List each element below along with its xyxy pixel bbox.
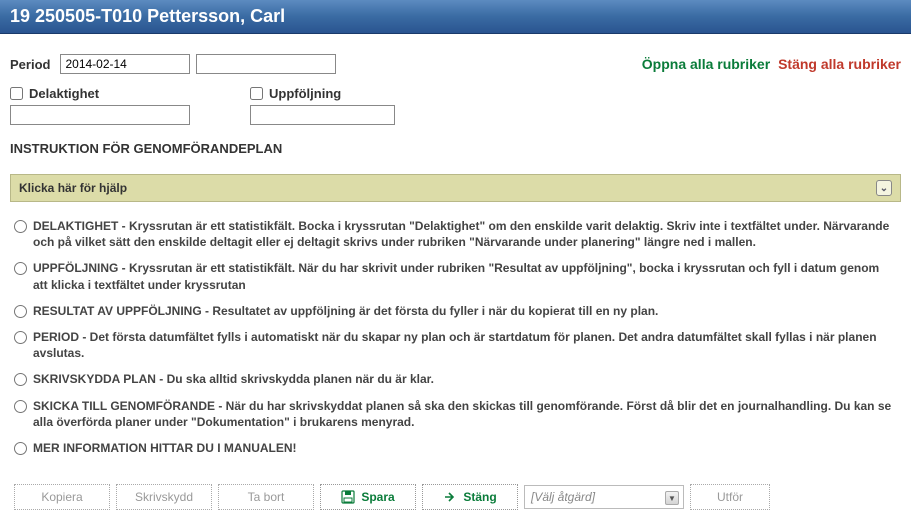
- list-item: SKRIVSKYDDA PLAN - Du ska alltid skrivsk…: [14, 371, 897, 387]
- list-item: UPPFÖLJNING - Kryssrutan är ett statisti…: [14, 260, 897, 292]
- list-item: MER INFORMATION HITTAR DU I MANUALEN!: [14, 440, 897, 456]
- uppfoljning-checkbox[interactable]: [250, 87, 263, 100]
- instruction-radio-3[interactable]: [14, 305, 27, 318]
- open-all-link[interactable]: Öppna alla rubriker: [642, 56, 770, 72]
- action-select[interactable]: [Välj åtgärd] ▼: [524, 485, 684, 509]
- instruction-radio-4[interactable]: [14, 331, 27, 344]
- chevron-down-icon: ▼: [665, 491, 679, 505]
- list-item: DELAKTIGHET - Kryssrutan är ett statisti…: [14, 218, 897, 250]
- instruction-radio-7[interactable]: [14, 442, 27, 455]
- instruction-list: DELAKTIGHET - Kryssrutan är ett statisti…: [10, 218, 901, 456]
- delaktighet-group: Delaktighet: [10, 86, 190, 125]
- instruction-radio-5[interactable]: [14, 373, 27, 386]
- utfor-button[interactable]: Utför: [690, 484, 770, 510]
- stang-button[interactable]: Stäng: [422, 484, 518, 510]
- skrivskydd-button[interactable]: Skrivskydd: [116, 484, 212, 510]
- action-bar: Kopiera Skrivskydd Ta bort Spara Stäng […: [10, 466, 901, 516]
- tabort-button[interactable]: Ta bort: [218, 484, 314, 510]
- list-item: PERIOD - Det första datumfältet fylls i …: [14, 329, 897, 361]
- period-date-input[interactable]: [60, 54, 190, 74]
- stang-label: Stäng: [463, 490, 496, 504]
- instruction-text: DELAKTIGHET - Kryssrutan är ett statisti…: [33, 218, 897, 250]
- rubric-links: Öppna alla rubriker Stäng alla rubriker: [642, 56, 901, 72]
- save-icon: [341, 490, 355, 504]
- uppfoljning-input[interactable]: [250, 105, 395, 125]
- instruction-text: MER INFORMATION HITTAR DU I MANUALEN!: [33, 440, 297, 456]
- period-extra-input[interactable]: [196, 54, 336, 74]
- instruction-text: RESULTAT AV UPPFÖLJNING - Resultatet av …: [33, 303, 658, 319]
- arrow-right-icon: [443, 490, 457, 504]
- period-row: Period Öppna alla rubriker Stäng alla ru…: [10, 44, 901, 82]
- page-header: 19 250505-T010 Pettersson, Carl: [0, 0, 911, 34]
- period-label: Period: [10, 57, 50, 72]
- uppfoljning-group: Uppföljning: [250, 86, 395, 125]
- instruction-radio-1[interactable]: [14, 220, 27, 233]
- action-select-value: [Välj åtgärd]: [531, 490, 595, 504]
- instruction-text: PERIOD - Det första datumfältet fylls i …: [33, 329, 897, 361]
- instruction-radio-6[interactable]: [14, 400, 27, 413]
- instruction-text: SKRIVSKYDDA PLAN - Du ska alltid skrivsk…: [33, 371, 434, 387]
- instruction-radio-2[interactable]: [14, 262, 27, 275]
- main-content: Period Öppna alla rubriker Stäng alla ru…: [0, 34, 911, 526]
- instruction-text: SKICKA TILL GENOMFÖRANDE - När du har sk…: [33, 398, 897, 430]
- instruction-heading: INSTRUKTION FÖR GENOMFÖRANDEPLAN: [10, 133, 901, 170]
- spara-button[interactable]: Spara: [320, 484, 416, 510]
- spara-label: Spara: [361, 490, 394, 504]
- uppfoljning-label: Uppföljning: [269, 86, 341, 101]
- expand-icon: ⌄: [876, 180, 892, 196]
- help-bar-text: Klicka här för hjälp: [19, 181, 127, 195]
- page-title: 19 250505-T010 Pettersson, Carl: [10, 6, 285, 26]
- list-item: RESULTAT AV UPPFÖLJNING - Resultatet av …: [14, 303, 897, 319]
- checkbox-row: Delaktighet Uppföljning: [10, 82, 901, 133]
- instruction-text: UPPFÖLJNING - Kryssrutan är ett statisti…: [33, 260, 897, 292]
- close-all-link[interactable]: Stäng alla rubriker: [778, 56, 901, 72]
- kopiera-button[interactable]: Kopiera: [14, 484, 110, 510]
- delaktighet-input[interactable]: [10, 105, 190, 125]
- delaktighet-checkbox[interactable]: [10, 87, 23, 100]
- help-bar[interactable]: Klicka här för hjälp ⌄: [10, 174, 901, 202]
- delaktighet-label: Delaktighet: [29, 86, 99, 101]
- list-item: SKICKA TILL GENOMFÖRANDE - När du har sk…: [14, 398, 897, 430]
